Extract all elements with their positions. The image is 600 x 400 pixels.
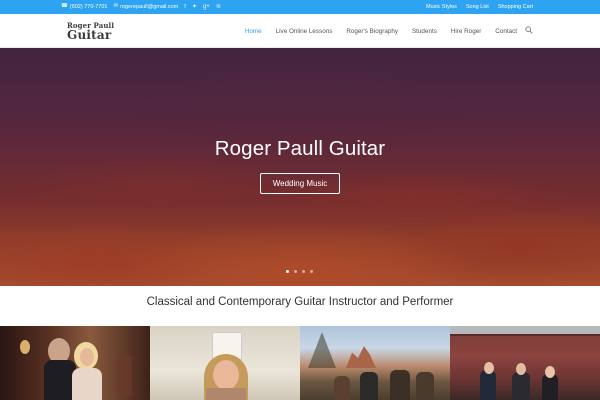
twitter-icon[interactable]: ✦ [192,4,197,10]
photo-smiling-student[interactable] [150,326,300,400]
nav-item-rogers-biography[interactable]: Roger's Biography [346,28,398,35]
nav-item-hire-roger[interactable]: Hire Roger [451,28,481,35]
hero-slider: Roger Paull Guitar Wedding Music [0,48,600,286]
photo-group-red-rocks[interactable] [300,326,450,400]
secondary-link-song-list[interactable]: Song List [466,4,489,10]
tagline: Classical and Contemporary Guitar Instru… [146,296,454,308]
slider-dots [286,270,313,273]
logo-line-2: Guitar [67,28,112,42]
facebook-icon[interactable]: f [184,4,186,10]
site-logo[interactable]: Roger Paull Guitar [67,22,119,44]
email-link[interactable]: ✉ rogerepaull@gmail.com [113,4,178,10]
secondary-nav: Music Styles Song List Shopping Cart [426,0,533,14]
envelope-icon: ✉ [113,3,119,10]
main-header: Roger Paull Guitar Home Live Online Less… [0,14,600,48]
hero-title: Roger Paull Guitar [214,137,386,160]
secondary-link-music-styles[interactable]: Music Styles [426,4,457,10]
email-address: rogerepaull@gmail.com [120,4,179,10]
phone-number: (602) 770-7701 [69,4,108,10]
slider-dot-1[interactable] [286,270,289,273]
slider-dot-2[interactable] [294,270,297,273]
slider-dot-4[interactable] [310,270,313,273]
photo-strip [0,326,600,400]
nav-item-home[interactable]: Home [245,28,262,35]
top-bar: ☎ (602) 770-7701 ✉ rogerepaull@gmail.com… [0,0,600,14]
photo-guitarist-with-woman[interactable] [0,326,150,400]
phone-link[interactable]: ☎ (602) 770-7701 [61,4,107,10]
contact-info: ☎ (602) 770-7701 ✉ rogerepaull@gmail.com… [61,0,221,14]
secondary-link-shopping-cart[interactable]: Shopping Cart [498,4,533,10]
wedding-music-button[interactable]: Wedding Music [260,173,340,194]
nav-item-live-online-lessons[interactable]: Live Online Lessons [276,28,333,35]
phone-icon: ☎ [61,3,68,10]
photo-group-red-barn[interactable] [450,326,600,400]
nav-item-contact[interactable]: Contact [495,28,517,35]
nav-item-students[interactable]: Students [412,28,437,35]
main-nav: Home Live Online Lessons Roger's Biograp… [245,14,517,48]
google-plus-icon[interactable]: g+ [203,4,210,10]
search-icon[interactable] [525,26,533,34]
slider-dot-3[interactable] [302,270,305,273]
rss-icon[interactable]: ≋ [216,4,221,10]
